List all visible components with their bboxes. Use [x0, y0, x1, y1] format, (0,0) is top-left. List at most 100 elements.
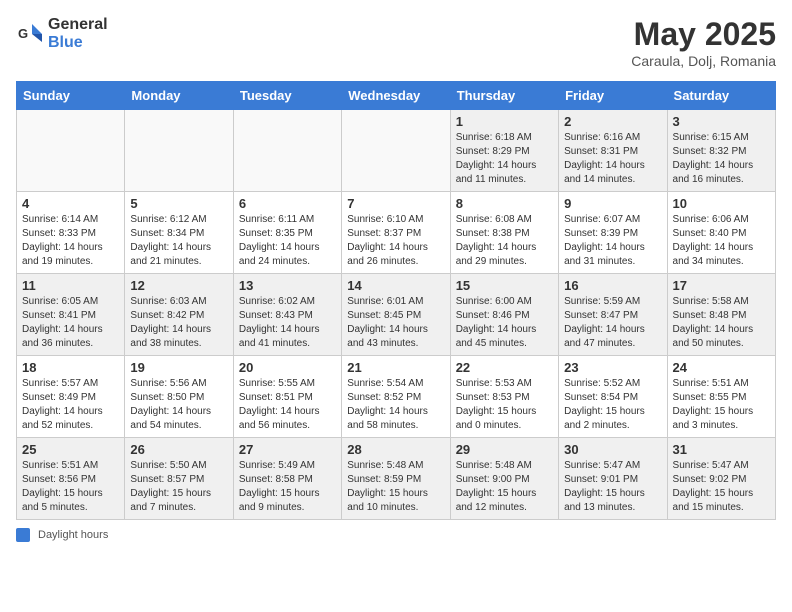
day-info: Sunrise: 6:08 AM Sunset: 8:38 PM Dayligh…: [456, 213, 553, 269]
day-info: Sunrise: 5:58 AM Sunset: 8:48 PM Dayligh…: [673, 295, 770, 351]
day-number: 25: [22, 442, 119, 457]
day-number: 29: [456, 442, 553, 457]
day-info: Sunrise: 6:00 AM Sunset: 8:46 PM Dayligh…: [456, 295, 553, 351]
day-number: 8: [456, 196, 553, 211]
day-info: Sunrise: 6:02 AM Sunset: 8:43 PM Dayligh…: [239, 295, 336, 351]
calendar-cell: 21 Sunrise: 5:54 AM Sunset: 8:52 PM Dayli…: [342, 356, 450, 438]
day-number: 14: [347, 278, 444, 293]
day-number: 20: [239, 360, 336, 375]
weekday-header-friday: Friday: [559, 82, 667, 110]
calendar-week-5: 25 Sunrise: 5:51 AM Sunset: 8:56 PM Dayli…: [17, 438, 776, 520]
day-info: Sunrise: 6:12 AM Sunset: 8:34 PM Dayligh…: [130, 213, 227, 269]
day-number: 26: [130, 442, 227, 457]
day-number: 4: [22, 196, 119, 211]
legend-color-box: [16, 528, 30, 542]
day-info: Sunrise: 5:49 AM Sunset: 8:58 PM Dayligh…: [239, 459, 336, 515]
day-info: Sunrise: 5:54 AM Sunset: 8:52 PM Dayligh…: [347, 377, 444, 433]
calendar-cell: 18 Sunrise: 5:57 AM Sunset: 8:49 PM Dayli…: [17, 356, 125, 438]
calendar-cell: 11 Sunrise: 6:05 AM Sunset: 8:41 PM Dayli…: [17, 274, 125, 356]
page-header: G General Blue May 2025 Caraula, Dolj, R…: [16, 16, 776, 69]
day-number: 3: [673, 114, 770, 129]
calendar-cell: 23 Sunrise: 5:52 AM Sunset: 8:54 PM Dayli…: [559, 356, 667, 438]
calendar-cell: 27 Sunrise: 5:49 AM Sunset: 8:58 PM Dayli…: [233, 438, 341, 520]
day-info: Sunrise: 5:53 AM Sunset: 8:53 PM Dayligh…: [456, 377, 553, 433]
day-info: Sunrise: 5:57 AM Sunset: 8:49 PM Dayligh…: [22, 377, 119, 433]
weekday-header-saturday: Saturday: [667, 82, 775, 110]
calendar-cell: [233, 110, 341, 192]
weekday-header-tuesday: Tuesday: [233, 82, 341, 110]
calendar-cell: 1Sunrise: 6:18 AM Sunset: 8:29 PM Daylig…: [450, 110, 558, 192]
calendar-cell: 14 Sunrise: 6:01 AM Sunset: 8:45 PM Dayli…: [342, 274, 450, 356]
day-number: 11: [22, 278, 119, 293]
day-info: Sunrise: 6:06 AM Sunset: 8:40 PM Dayligh…: [673, 213, 770, 269]
day-number: 24: [673, 360, 770, 375]
calendar-cell: 13 Sunrise: 6:02 AM Sunset: 8:43 PM Dayli…: [233, 274, 341, 356]
calendar-cell: 16 Sunrise: 5:59 AM Sunset: 8:47 PM Dayli…: [559, 274, 667, 356]
day-number: 18: [22, 360, 119, 375]
day-number: 28: [347, 442, 444, 457]
day-info: Sunrise: 5:50 AM Sunset: 8:57 PM Dayligh…: [130, 459, 227, 515]
weekday-header-thursday: Thursday: [450, 82, 558, 110]
day-info: Sunrise: 5:59 AM Sunset: 8:47 PM Dayligh…: [564, 295, 661, 351]
day-info: Sunrise: 5:52 AM Sunset: 8:54 PM Dayligh…: [564, 377, 661, 433]
calendar-cell: 20 Sunrise: 5:55 AM Sunset: 8:51 PM Dayli…: [233, 356, 341, 438]
legend: Daylight hours: [16, 528, 776, 542]
day-info: Sunrise: 5:55 AM Sunset: 8:51 PM Dayligh…: [239, 377, 336, 433]
calendar-cell: [17, 110, 125, 192]
day-number: 31: [673, 442, 770, 457]
calendar-cell: 26 Sunrise: 5:50 AM Sunset: 8:57 PM Dayli…: [125, 438, 233, 520]
day-number: 10: [673, 196, 770, 211]
calendar-cell: 8 Sunrise: 6:08 AM Sunset: 8:38 PM Daylig…: [450, 192, 558, 274]
calendar-cell: 24 Sunrise: 5:51 AM Sunset: 8:55 PM Dayli…: [667, 356, 775, 438]
calendar-cell: 12Sunrise: 6:03 AM Sunset: 8:42 PM Dayli…: [125, 274, 233, 356]
day-number: 6: [239, 196, 336, 211]
calendar-cell: 3Sunrise: 6:15 AM Sunset: 8:32 PM Daylig…: [667, 110, 775, 192]
calendar-cell: 10 Sunrise: 6:06 AM Sunset: 8:40 PM Dayli…: [667, 192, 775, 274]
calendar-cell: 15 Sunrise: 6:00 AM Sunset: 8:46 PM Dayli…: [450, 274, 558, 356]
calendar-cell: 28Sunrise: 5:48 AM Sunset: 8:59 PM Dayli…: [342, 438, 450, 520]
day-number: 15: [456, 278, 553, 293]
calendar-cell: [125, 110, 233, 192]
calendar-week-2: 4 Sunrise: 6:14 AM Sunset: 8:33 PM Daylig…: [17, 192, 776, 274]
calendar-cell: 31Sunrise: 5:47 AM Sunset: 9:02 PM Dayli…: [667, 438, 775, 520]
calendar-cell: 4 Sunrise: 6:14 AM Sunset: 8:33 PM Daylig…: [17, 192, 125, 274]
day-number: 21: [347, 360, 444, 375]
day-info: Sunrise: 5:56 AM Sunset: 8:50 PM Dayligh…: [130, 377, 227, 433]
day-number: 23: [564, 360, 661, 375]
day-number: 19: [130, 360, 227, 375]
logo: G General Blue: [16, 16, 108, 52]
day-info: Sunrise: 5:48 AM Sunset: 9:00 PM Dayligh…: [456, 459, 553, 515]
day-number: 7: [347, 196, 444, 211]
day-number: 27: [239, 442, 336, 457]
calendar-cell: 17Sunrise: 5:58 AM Sunset: 8:48 PM Dayli…: [667, 274, 775, 356]
day-info: Sunrise: 6:05 AM Sunset: 8:41 PM Dayligh…: [22, 295, 119, 351]
day-info: Sunrise: 6:01 AM Sunset: 8:45 PM Dayligh…: [347, 295, 444, 351]
calendar-cell: 9 Sunrise: 6:07 AM Sunset: 8:39 PM Daylig…: [559, 192, 667, 274]
calendar-cell: 5Sunrise: 6:12 AM Sunset: 8:34 PM Daylig…: [125, 192, 233, 274]
calendar-table: SundayMondayTuesdayWednesdayThursdayFrid…: [16, 81, 776, 520]
day-number: 16: [564, 278, 661, 293]
svg-text:G: G: [18, 26, 28, 41]
day-info: Sunrise: 6:10 AM Sunset: 8:37 PM Dayligh…: [347, 213, 444, 269]
calendar-cell: [342, 110, 450, 192]
calendar-week-4: 18 Sunrise: 5:57 AM Sunset: 8:49 PM Dayli…: [17, 356, 776, 438]
title-area: May 2025 Caraula, Dolj, Romania: [631, 16, 776, 69]
day-number: 1: [456, 114, 553, 129]
day-number: 9: [564, 196, 661, 211]
calendar-cell: 7 Sunrise: 6:10 AM Sunset: 8:37 PM Daylig…: [342, 192, 450, 274]
logo-text: General Blue: [48, 16, 108, 52]
weekday-header-sunday: Sunday: [17, 82, 125, 110]
day-number: 2: [564, 114, 661, 129]
calendar-week-1: 1Sunrise: 6:18 AM Sunset: 8:29 PM Daylig…: [17, 110, 776, 192]
calendar-cell: 2Sunrise: 6:16 AM Sunset: 8:31 PM Daylig…: [559, 110, 667, 192]
day-info: Sunrise: 5:51 AM Sunset: 8:55 PM Dayligh…: [673, 377, 770, 433]
calendar-cell: 22 Sunrise: 5:53 AM Sunset: 8:53 PM Dayli…: [450, 356, 558, 438]
day-number: 13: [239, 278, 336, 293]
day-info: Sunrise: 6:14 AM Sunset: 8:33 PM Dayligh…: [22, 213, 119, 269]
day-info: Sunrise: 6:07 AM Sunset: 8:39 PM Dayligh…: [564, 213, 661, 269]
day-number: 30: [564, 442, 661, 457]
day-number: 22: [456, 360, 553, 375]
calendar-cell: 29 Sunrise: 5:48 AM Sunset: 9:00 PM Dayli…: [450, 438, 558, 520]
day-info: Sunrise: 5:51 AM Sunset: 8:56 PM Dayligh…: [22, 459, 119, 515]
day-info: Sunrise: 5:47 AM Sunset: 9:01 PM Dayligh…: [564, 459, 661, 515]
